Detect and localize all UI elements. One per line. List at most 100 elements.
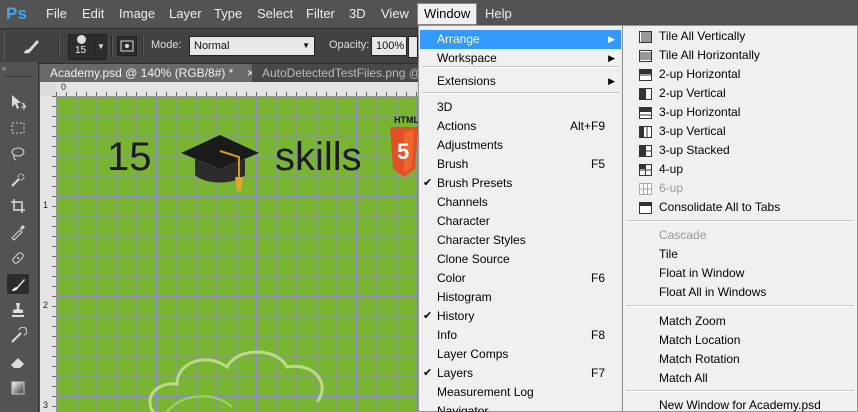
menu-edit[interactable]: Edit [76, 4, 110, 24]
clone-stamp-tool-icon[interactable] [7, 300, 29, 320]
menu-item-brush[interactable]: Brush F5 [420, 155, 621, 174]
menu-separator [626, 220, 854, 222]
menu-item-3-up-vertical[interactable]: 3-up Vertical [624, 122, 856, 141]
menu-item-label: 3-up Vertical [659, 124, 726, 138]
menu-item-info[interactable]: Info F8 [420, 326, 621, 345]
menu-item-label: Channels [437, 195, 488, 209]
lasso-tool-icon[interactable] [7, 144, 29, 164]
menu-item-3-up-stacked[interactable]: 3-up Stacked [624, 141, 856, 160]
mode-select[interactable]: Normal ▼ [189, 36, 315, 56]
menu-item-arrange[interactable]: Arrange ▶ [420, 30, 621, 49]
menu-select[interactable]: Select [251, 4, 299, 24]
menu-item-color[interactable]: Color F6 [420, 269, 621, 288]
vertical-ruler: 1 2 3 [40, 96, 57, 412]
move-tool-icon[interactable] [7, 92, 29, 112]
menu-item-2-up-vertical[interactable]: 2-up Vertical [624, 84, 856, 103]
menu-item-label: 3-up Stacked [659, 143, 730, 157]
menu-image[interactable]: Image [113, 4, 161, 24]
submenu-arrow-icon: ▶ [608, 76, 615, 86]
menu-item-tile-all-vertically[interactable]: Tile All Vertically [624, 27, 856, 46]
menu-item-match-all[interactable]: Match All [624, 369, 856, 388]
menu-3d[interactable]: 3D [343, 4, 372, 24]
history-brush-tool-icon[interactable] [7, 326, 29, 346]
menu-item-label: Arrange [437, 32, 480, 46]
menu-type[interactable]: Type [208, 4, 248, 24]
menu-item-match-location[interactable]: Match Location [624, 331, 856, 350]
menu-item-3d[interactable]: 3D [420, 98, 621, 117]
menu-help[interactable]: Help [479, 4, 518, 24]
mode-value: Normal [194, 40, 230, 52]
menu-item-label: Navigator [437, 404, 489, 412]
tools-panel: » [0, 62, 39, 412]
menu-item-label: Adjustments [437, 138, 504, 152]
menu-window[interactable]: Window [417, 3, 478, 25]
menu-item-consolidate-all-to-tabs[interactable]: Consolidate All to Tabs [624, 198, 856, 217]
gradient-tool-icon[interactable] [7, 378, 29, 398]
menu-item-label: Tile [659, 247, 678, 261]
crop-tool-icon[interactable] [7, 196, 29, 216]
menu-item-history[interactable]: ✔ History [420, 307, 621, 326]
menu-item-measurement-log[interactable]: Measurement Log [420, 383, 621, 402]
menu-item-label: Extensions [437, 74, 496, 88]
brush-preset-picker[interactable]: 15 [68, 34, 96, 60]
menu-item-character-styles[interactable]: Character Styles [420, 231, 621, 250]
options-grip[interactable] [4, 31, 17, 59]
brush-tip-icon [77, 35, 86, 44]
menu-item-label: Tile All Horizontally [659, 48, 760, 62]
menu-bar: Ps File Edit Image Layer Type Select Fil… [0, 0, 858, 28]
menu-view[interactable]: View [375, 4, 415, 24]
tab-academy[interactable]: Academy.psd @ 140% (RGB/8#) * × [40, 64, 260, 82]
shortcut-label: F8 [590, 328, 605, 342]
menu-item-label: 3-up Horizontal [659, 105, 741, 119]
quick-selection-tool-icon[interactable] [7, 170, 29, 190]
menu-item-adjustments[interactable]: Adjustments [420, 136, 621, 155]
menu-item-match-rotation[interactable]: Match Rotation [624, 350, 856, 369]
collapse-panel-icon[interactable]: » [2, 64, 6, 73]
menu-item-tile-all-horizontally[interactable]: Tile All Horizontally [624, 46, 856, 65]
menu-item-tile[interactable]: Tile [624, 245, 856, 264]
menu-item-label: Layer Comps [437, 347, 509, 361]
menu-file[interactable]: File [40, 4, 73, 24]
brush-tool-icon[interactable] [7, 274, 29, 294]
menu-item-float-all-in-windows[interactable]: Float All in Windows [624, 283, 856, 302]
consolidate-tabs-icon [639, 201, 652, 214]
opacity-slider-toggle[interactable] [408, 36, 418, 58]
menu-item-brush-presets[interactable]: ✔ Brush Presets [420, 174, 621, 193]
menu-item-3-up-horizontal[interactable]: 3-up Horizontal [624, 103, 856, 122]
marquee-tool-icon[interactable] [7, 118, 29, 138]
menu-item-channels[interactable]: Channels [420, 193, 621, 212]
menu-item-character[interactable]: Character [420, 212, 621, 231]
menu-item-extensions[interactable]: Extensions ▶ [420, 72, 621, 91]
tile-vertical-icon [639, 30, 652, 43]
menu-item-float-in-window[interactable]: Float in Window [624, 264, 856, 283]
menu-item-2-up-horizontal[interactable]: 2-up Horizontal [624, 65, 856, 84]
menu-item-label: Layers [437, 366, 474, 380]
menu-item-label: History [437, 309, 475, 323]
menu-item-layers[interactable]: ✔ Layers F7 [420, 364, 621, 383]
menu-item-navigator[interactable]: Navigator [420, 402, 621, 412]
menu-item-actions[interactable]: Actions Alt+F9 [420, 117, 621, 136]
menu-item-histogram[interactable]: Histogram [420, 288, 621, 307]
menu-item-label: 6-up [659, 181, 684, 195]
menu-filter[interactable]: Filter [300, 4, 341, 24]
menu-item-match-zoom[interactable]: Match Zoom [624, 312, 856, 331]
menu-item-label: 2-up Horizontal [659, 67, 741, 81]
brush-tool-icon[interactable] [20, 36, 42, 59]
menu-item-layer-comps[interactable]: Layer Comps [420, 345, 621, 364]
healing-brush-tool-icon[interactable] [7, 248, 29, 268]
opacity-input[interactable]: 100% [371, 36, 407, 56]
menu-item-label: Cascade [659, 228, 707, 242]
chevron-down-icon[interactable]: ▼ [95, 34, 107, 60]
menu-item-label: Match Zoom [659, 314, 726, 328]
menu-item-4-up[interactable]: 4-up [624, 160, 856, 179]
menu-item-new-window-for-academy-psd[interactable]: New Window for Academy.psd [624, 396, 856, 412]
menu-layer[interactable]: Layer [163, 4, 208, 24]
brush-panel-toggle-icon[interactable] [117, 36, 137, 56]
menu-item-label: Color [437, 271, 466, 285]
arrange-submenu: Tile All Vertically Tile All Horizontally… [622, 25, 858, 412]
menu-item-clone-source[interactable]: Clone Source [420, 250, 621, 269]
eyedropper-tool-icon[interactable] [7, 222, 29, 242]
ruler-origin[interactable] [40, 82, 57, 97]
menu-item-label: Actions [437, 119, 477, 133]
eraser-tool-icon[interactable] [7, 352, 29, 372]
